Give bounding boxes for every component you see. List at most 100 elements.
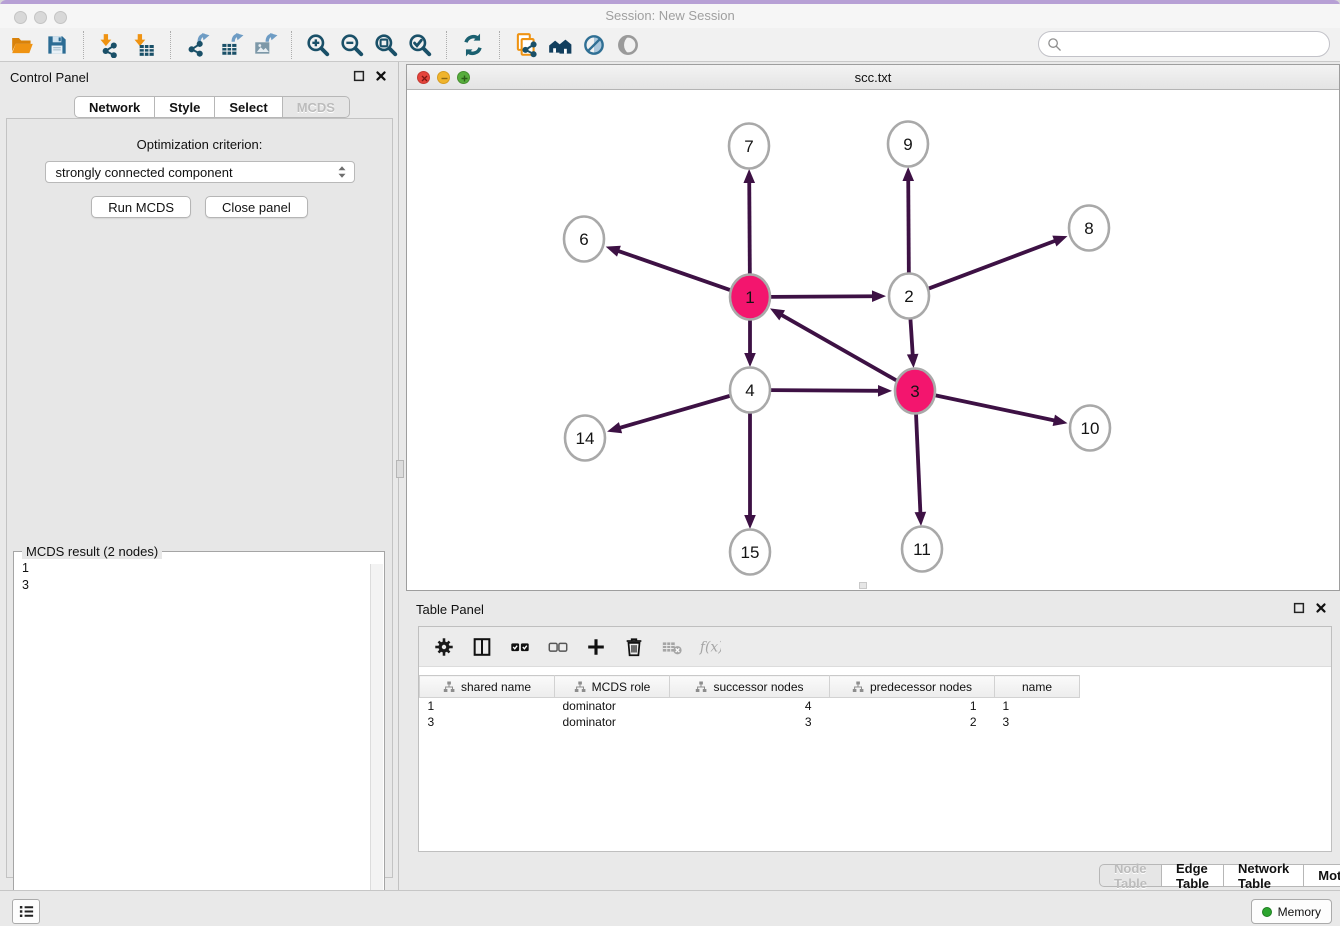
graph-edge-arrowhead	[915, 512, 927, 526]
column-header-shared-name[interactable]: shared name	[420, 676, 555, 698]
table-cell[interactable]: 4	[670, 698, 830, 714]
zoom-fit-icon[interactable]	[369, 29, 403, 61]
graph-edge-2-3[interactable]	[910, 317, 912, 356]
graph-edge-arrowhead	[878, 385, 892, 397]
graph-edge-3-11[interactable]	[916, 412, 921, 514]
toolbar-separator	[170, 31, 171, 59]
graph-edge-3-10[interactable]	[936, 395, 1056, 420]
float-table-panel-icon[interactable]	[1292, 601, 1306, 615]
mcds-result-line: 3	[22, 577, 384, 594]
result-scrollbar[interactable]	[370, 564, 383, 926]
criterion-dropdown[interactable]: strongly connected component	[45, 161, 355, 183]
import-network-icon[interactable]	[93, 29, 127, 61]
export-network-icon[interactable]	[180, 29, 214, 61]
table-cell[interactable]: 3	[420, 714, 555, 730]
task-list-icon	[18, 903, 35, 920]
table-panel-header: Table Panel	[406, 594, 1340, 624]
network-view-window: scc.txt 1234678910111415	[406, 64, 1340, 591]
graph-node-label: 6	[579, 230, 588, 249]
graph-node-label: 7	[744, 137, 753, 156]
search-input[interactable]	[1062, 34, 1329, 54]
column-header-mcds-role[interactable]: MCDS role	[555, 676, 670, 698]
optimization-criterion-label: Optimization criterion:	[7, 137, 392, 152]
tab-network[interactable]: Network	[74, 96, 155, 118]
tab-motifs[interactable]: Motifs	[1304, 864, 1340, 887]
table-toolbar: f(x)	[419, 627, 1331, 667]
tab-node-table: Node Table	[1099, 864, 1162, 887]
graph-edge-2-9[interactable]	[908, 179, 909, 275]
table-cell[interactable]: 1	[830, 698, 995, 714]
zoom-out-icon[interactable]	[335, 29, 369, 61]
export-image-icon[interactable]	[248, 29, 282, 61]
table-cell[interactable]: 3	[670, 714, 830, 730]
table-row[interactable]: 1dominator411	[420, 698, 1332, 714]
tab-network-table[interactable]: Network Table	[1224, 864, 1304, 887]
graph-edge-1-7[interactable]	[749, 181, 750, 276]
tree-icon	[695, 681, 707, 693]
graph-node-label: 14	[576, 429, 595, 448]
float-panel-icon[interactable]	[352, 69, 366, 83]
tab-edge-table[interactable]: Edge Table	[1162, 864, 1224, 887]
network-overview-icon[interactable]	[543, 29, 577, 61]
refresh-network-icon[interactable]	[456, 29, 490, 61]
deselect-all-columns-icon[interactable]	[541, 631, 575, 663]
select-all-columns-icon[interactable]	[503, 631, 537, 663]
birdseye-view-icon[interactable]	[611, 29, 645, 61]
open-file-icon[interactable]	[6, 29, 40, 61]
graph-edge-1-2[interactable]	[771, 296, 874, 297]
network-graph[interactable]: 1234678910111415	[407, 90, 1339, 590]
hide-graphics-details-icon[interactable]	[577, 29, 611, 61]
splitter-handle[interactable]	[396, 460, 404, 478]
table-settings-icon[interactable]	[427, 631, 461, 663]
graph-edge-4-3[interactable]	[771, 390, 880, 391]
table-panel: Table Panel f(x) shared nameMCDS rolesuc…	[406, 594, 1340, 890]
toolbar-separator	[499, 31, 500, 59]
graph-node-label: 4	[745, 381, 754, 400]
add-column-icon[interactable]	[579, 631, 613, 663]
run-mcds-button[interactable]: Run MCDS	[91, 196, 191, 218]
close-panel-icon[interactable]	[374, 69, 388, 83]
column-header-predecessor-nodes[interactable]: predecessor nodes	[830, 676, 995, 698]
tab-mcds: MCDS	[283, 96, 350, 118]
search-icon	[1047, 37, 1062, 52]
close-panel-button[interactable]: Close panel	[205, 196, 308, 218]
task-history-button[interactable]	[12, 899, 40, 924]
graph-edge-arrowhead	[902, 167, 914, 181]
column-header-name[interactable]: name	[995, 676, 1080, 698]
table-cell[interactable]: dominator	[555, 714, 670, 730]
graph-edge-3-1[interactable]	[780, 314, 896, 380]
memory-button[interactable]: Memory	[1251, 899, 1332, 924]
toolbar-separator	[291, 31, 292, 59]
table-row[interactable]: 3dominator323	[420, 714, 1332, 730]
table-panel-tabs: Node TableEdge TableNetwork TableMotifs	[1099, 864, 1340, 887]
graph-node-label: 9	[903, 135, 912, 154]
show-columns-icon[interactable]	[465, 631, 499, 663]
table-cell[interactable]: 1	[420, 698, 555, 714]
graph-edge-1-6[interactable]	[617, 251, 730, 291]
control-panel: Control Panel NetworkStyleSelectMCDS Opt…	[0, 62, 399, 890]
table-cell[interactable]: 2	[830, 714, 995, 730]
tab-select[interactable]: Select	[215, 96, 282, 118]
zoom-selected-icon[interactable]	[403, 29, 437, 61]
export-table-icon[interactable]	[214, 29, 248, 61]
table-cell[interactable]: 1	[995, 698, 1080, 714]
network-canvas[interactable]: 1234678910111415	[407, 90, 1339, 590]
save-session-icon[interactable]	[40, 29, 74, 61]
import-table-icon[interactable]	[127, 29, 161, 61]
control-panel-title: Control Panel	[10, 70, 89, 85]
close-table-panel-icon[interactable]	[1314, 601, 1328, 615]
node-table-container: f(x) shared nameMCDS rolesuccessor nodes…	[418, 626, 1332, 852]
graph-edge-4-14[interactable]	[619, 396, 730, 428]
table-cell-filler	[1080, 714, 1332, 730]
canvas-resize-handle[interactable]	[859, 582, 867, 589]
table-cell[interactable]: 3	[995, 714, 1080, 730]
graph-edge-2-8[interactable]	[929, 240, 1057, 288]
graph-edge-arrowhead	[1052, 236, 1067, 247]
duplicate-network-icon[interactable]	[509, 29, 543, 61]
zoom-in-icon[interactable]	[301, 29, 335, 61]
table-cell[interactable]: dominator	[555, 698, 670, 714]
column-header-successor-nodes[interactable]: successor nodes	[670, 676, 830, 698]
tab-style[interactable]: Style	[155, 96, 215, 118]
delete-column-icon[interactable]	[617, 631, 651, 663]
table-panel-title: Table Panel	[416, 602, 484, 617]
